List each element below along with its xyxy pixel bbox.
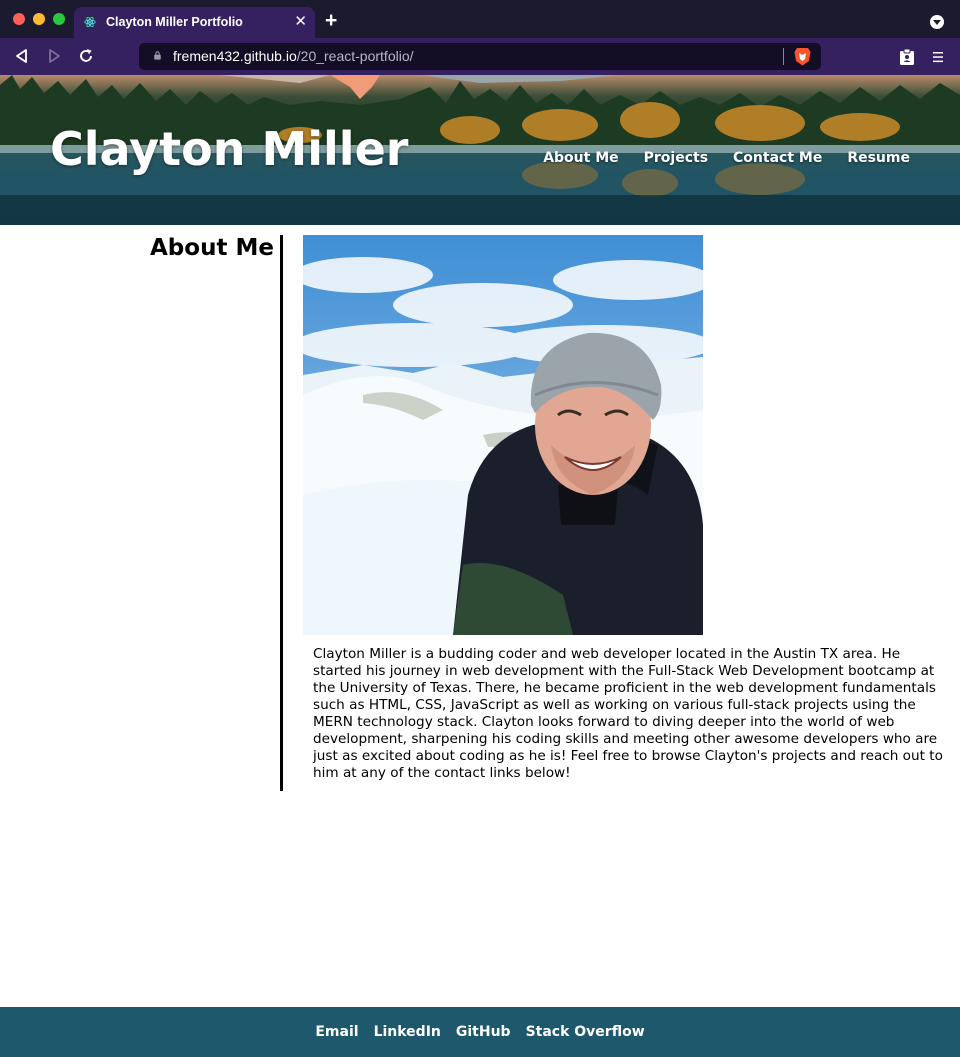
tab-close-icon[interactable]: ✕: [294, 12, 307, 30]
footer-link-email[interactable]: Email: [315, 1024, 358, 1040]
reload-icon[interactable]: [77, 47, 95, 65]
profile-photo: [303, 235, 703, 635]
new-tab-button[interactable]: +: [325, 10, 337, 32]
minimize-window-button[interactable]: [33, 13, 45, 25]
site-title: Clayton Miller: [50, 122, 409, 176]
maximize-window-button[interactable]: [53, 13, 65, 25]
footer-link-github[interactable]: GitHub: [456, 1024, 511, 1040]
url-path: /20_react-portfolio/: [296, 48, 414, 64]
browser-toolbar: fremen432.github.io/20_react-portfolio/: [0, 38, 960, 75]
footer-link-stack-overflow[interactable]: Stack Overflow: [526, 1024, 645, 1040]
site-footer: Email LinkedIn GitHub Stack Overflow: [0, 1007, 960, 1057]
tab-list-dropdown-icon[interactable]: [930, 15, 944, 29]
lock-icon: [154, 51, 161, 60]
browser-tab-active[interactable]: Clayton Miller Portfolio ✕: [74, 7, 315, 38]
brave-lion-icon[interactable]: [794, 47, 811, 66]
bio-paragraph: Clayton Miller is a budding coder and we…: [313, 646, 943, 781]
lake-shadow: [0, 195, 960, 225]
mountain-ridge: [420, 75, 620, 83]
nav-link-resume[interactable]: Resume: [847, 150, 910, 166]
forward-triangle-icon[interactable]: [45, 47, 63, 65]
site-header: Clayton Miller About Me Projects Contact…: [0, 75, 960, 225]
react-logo-icon: [83, 15, 97, 29]
url-text: fremen432.github.io/20_react-portfolio/: [173, 48, 414, 64]
browser-titlebar: Clayton Miller Portfolio ✕ +: [0, 0, 960, 38]
close-window-button[interactable]: [13, 13, 25, 25]
wallet-icon[interactable]: [898, 48, 916, 66]
mountain-ridge: [220, 75, 330, 83]
address-bar-divider: [783, 48, 784, 65]
vertical-divider: [280, 235, 283, 791]
footer-link-linkedin[interactable]: LinkedIn: [374, 1024, 441, 1040]
mountain-peak: [330, 75, 380, 99]
hamburger-menu-icon[interactable]: [929, 48, 947, 66]
address-bar[interactable]: fremen432.github.io/20_react-portfolio/: [139, 43, 821, 70]
url-host: fremen432.github.io: [173, 48, 297, 64]
nav-link-contact-me[interactable]: Contact Me: [733, 150, 822, 166]
back-triangle-icon[interactable]: [13, 47, 31, 65]
section-heading: About Me: [150, 235, 274, 261]
nav-link-projects[interactable]: Projects: [644, 150, 708, 166]
profile-photo-illustration: [303, 235, 703, 635]
tab-title: Clayton Miller Portfolio: [106, 15, 243, 29]
nav-link-about-me[interactable]: About Me: [543, 150, 618, 166]
main-nav: About Me Projects Contact Me Resume: [543, 150, 910, 166]
